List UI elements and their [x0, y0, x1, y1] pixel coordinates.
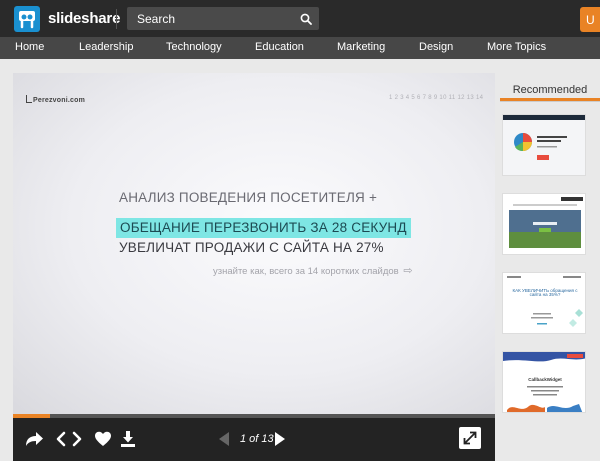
slide-line-1: АНАЛИЗ ПОВЕДЕНИЯ ПОСЕТИТЕЛЯ +	[119, 190, 378, 205]
page-indicator: 1 of 13	[240, 433, 274, 445]
slide-line-3: УВЕЛИЧАТ ПРОДАЖИ С САЙТА НА 27%	[119, 240, 384, 255]
recommended-heading: Recommended	[512, 84, 588, 96]
nav-item-home[interactable]: Home	[15, 41, 44, 53]
slide-subline-text: узнайте как, всего за 14 коротких слайдо…	[213, 266, 399, 277]
thumbnail-3-caption: КАК УВЕЛИЧИТЬ обращения с сайта на 35%?	[512, 288, 578, 297]
thumbnail-image	[503, 273, 585, 333]
player-controls: 1 of 13	[13, 418, 495, 461]
slide-player: Perezvoni.com 1 2 3 4 5 6 7 8 9 10 11 12…	[13, 73, 495, 461]
slideshare-logo-icon[interactable]	[14, 6, 40, 32]
heart-icon[interactable]	[94, 430, 112, 453]
embed-icon[interactable]	[55, 430, 83, 453]
fullscreen-button[interactable]	[459, 427, 481, 449]
divider	[116, 9, 117, 29]
brand-name[interactable]: slideshare	[48, 10, 120, 27]
upload-button[interactable]: U	[580, 7, 600, 32]
nav-item-more-topics[interactable]: More Topics	[487, 41, 546, 53]
search-input[interactable]: Search	[127, 7, 319, 30]
download-icon[interactable]	[120, 430, 136, 453]
recommended-thumbnail-4[interactable]: CallbackWidget	[502, 351, 586, 413]
nav-item-marketing[interactable]: Marketing	[337, 41, 385, 53]
slide-line-2-highlight: ОБЕЩАНИЕ ПЕРЕЗВОНИТЬ ЗА 28 СЕКУНД	[116, 218, 411, 238]
search-icon[interactable]	[300, 12, 312, 30]
previous-slide-icon[interactable]	[217, 430, 231, 453]
slide-logo: Perezvoni.com	[26, 95, 85, 104]
nav-item-leadership[interactable]: Leadership	[79, 41, 133, 53]
nav-item-education[interactable]: Education	[255, 41, 304, 53]
search-placeholder: Search	[137, 12, 176, 26]
expand-icon	[463, 431, 477, 445]
thumbnail-4-caption: CallbackWidget	[528, 377, 562, 382]
thumbnail-image	[503, 115, 585, 175]
top-bar: slideshare Search U	[0, 0, 600, 37]
upload-button-label: U	[586, 13, 595, 27]
recommended-thumbnail-1[interactable]	[502, 114, 586, 176]
slide-subline: узнайте как, всего за 14 коротких слайдо…	[213, 264, 413, 277]
next-slide-icon[interactable]	[273, 430, 287, 453]
arrow-right-icon: ⇨	[403, 265, 413, 277]
nav-item-design[interactable]: Design	[419, 41, 453, 53]
topic-nav: Home Leadership Technology Education Mar…	[0, 37, 600, 59]
divider	[500, 101, 600, 102]
thumbnail-image	[503, 352, 585, 412]
recommended-thumbnail-2[interactable]	[502, 193, 586, 255]
nav-item-technology[interactable]: Technology	[166, 41, 222, 53]
slide-view[interactable]: Perezvoni.com 1 2 3 4 5 6 7 8 9 10 11 12…	[13, 73, 495, 414]
slide-page-dots: 1 2 3 4 5 6 7 8 9 10 11 12 13 14	[389, 95, 484, 101]
recommended-thumbnail-3[interactable]: КАК УВЕЛИЧИТЬ обращения с сайта на 35%?	[502, 272, 586, 334]
share-icon[interactable]	[24, 430, 44, 453]
thumbnail-image	[503, 194, 585, 254]
